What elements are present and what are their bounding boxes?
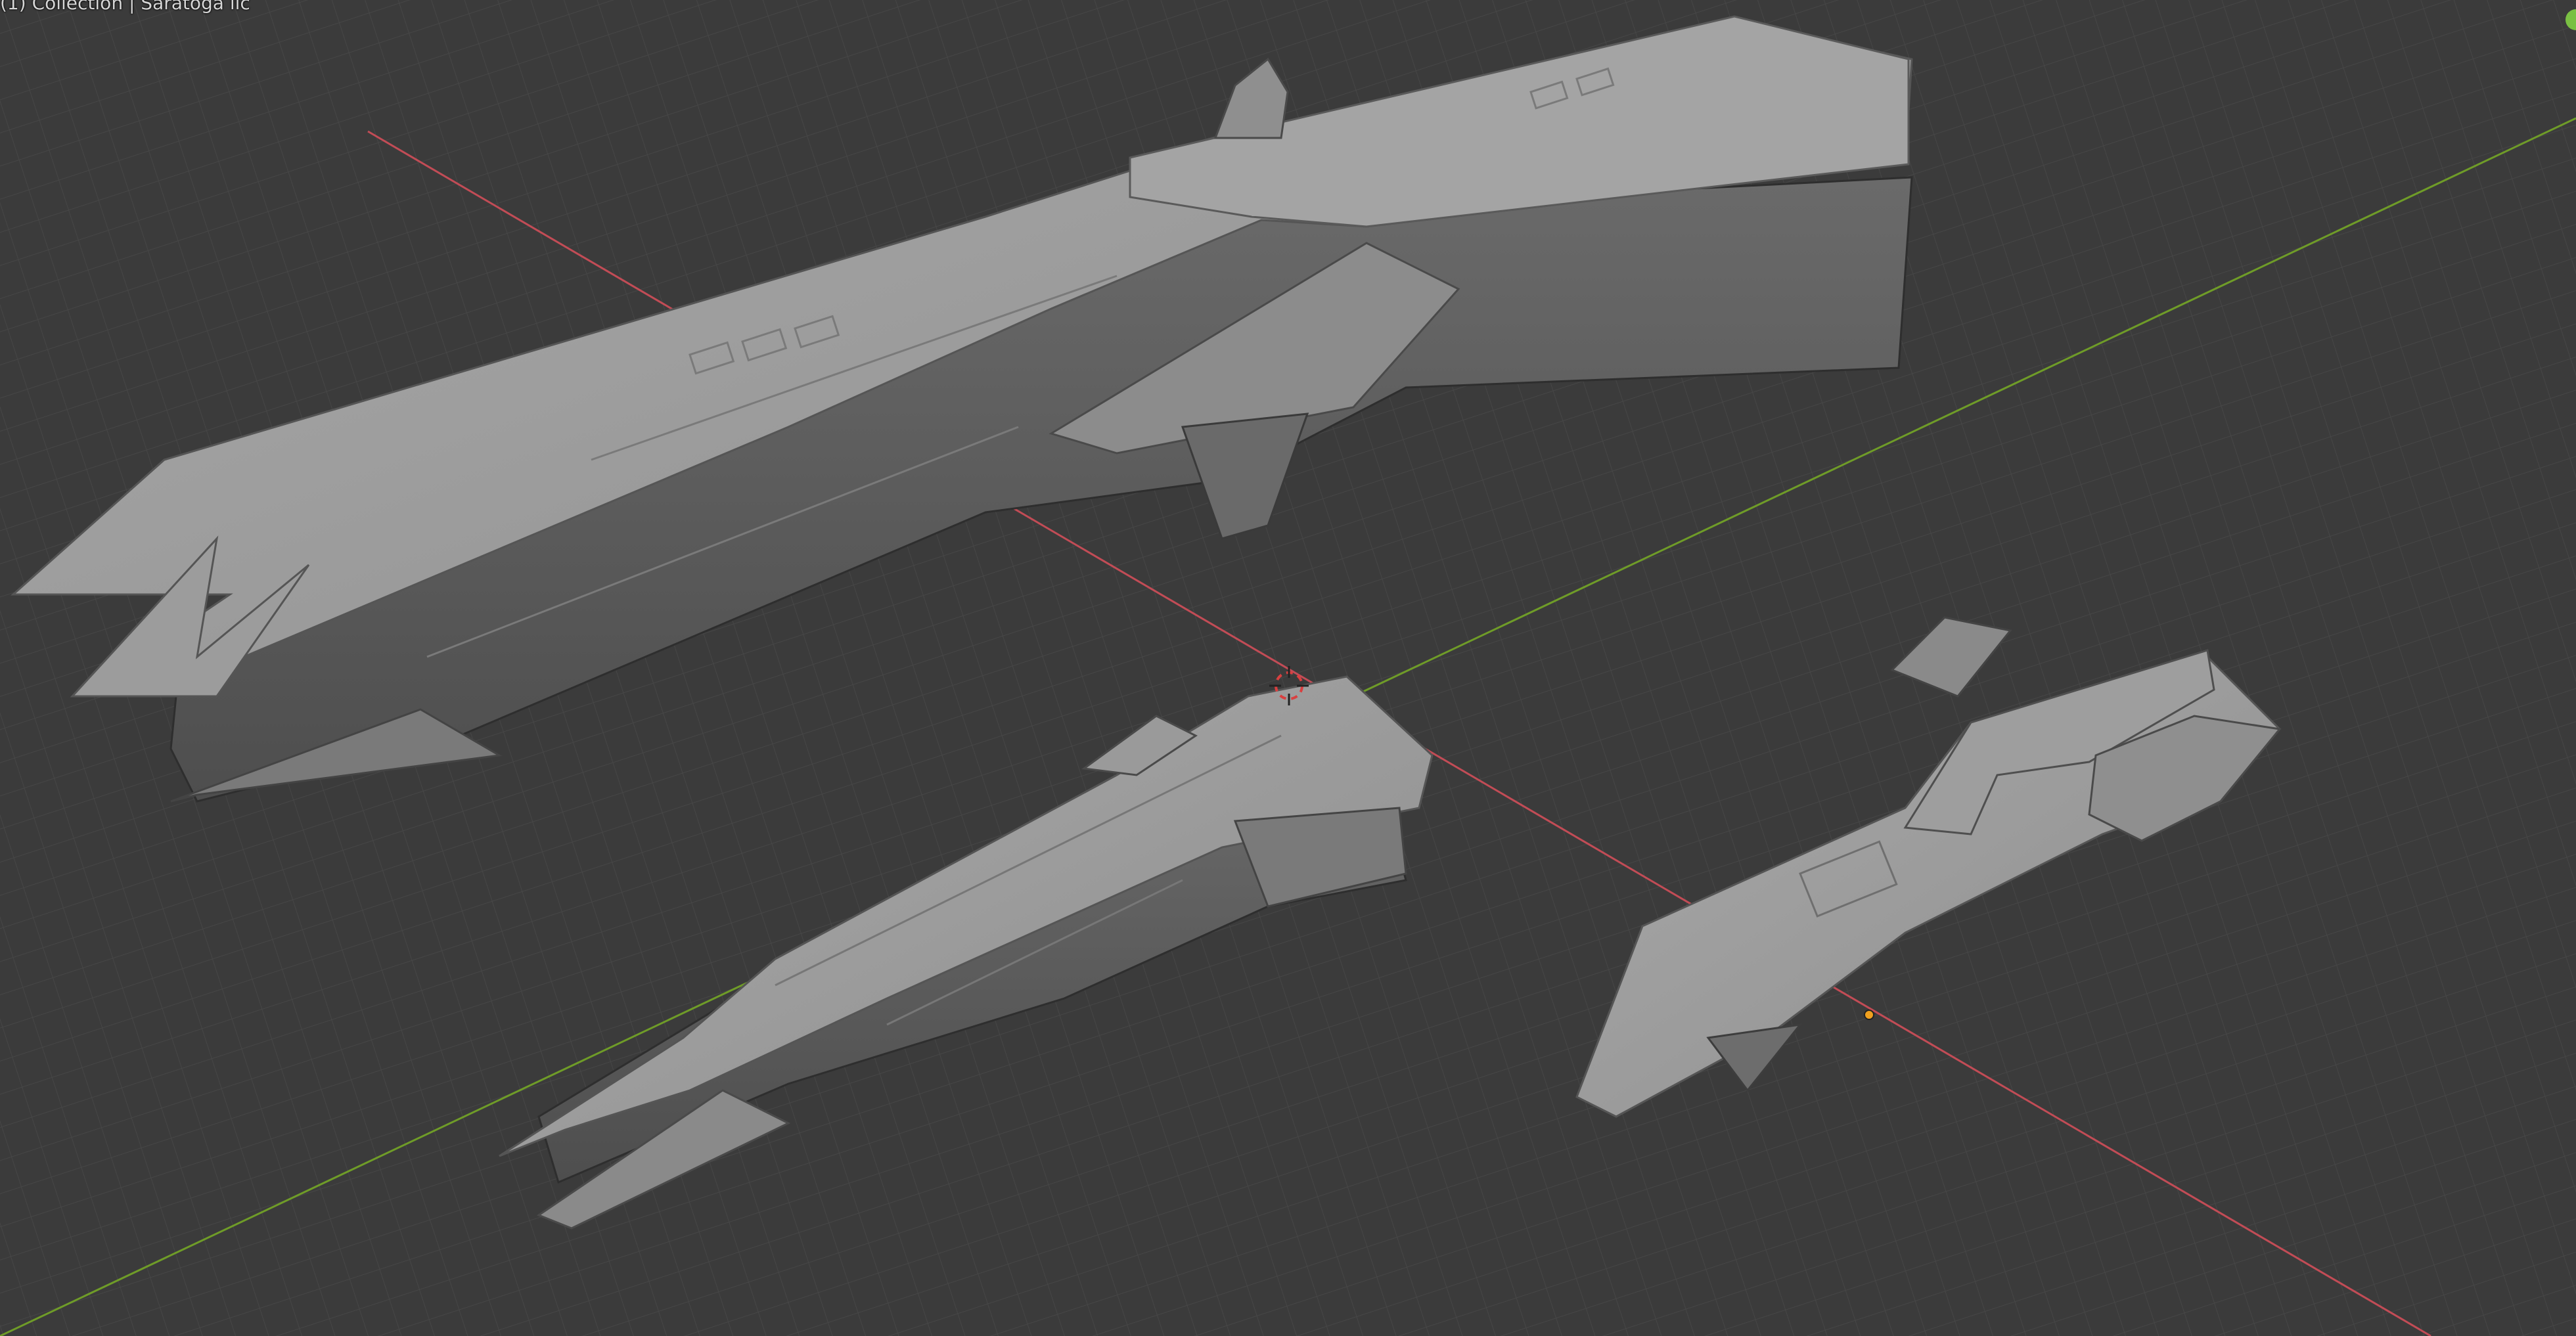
viewport-info-text: (1) Collection | Saratoga llc <box>0 0 250 14</box>
object-origin[interactable] <box>1864 1010 1874 1020</box>
3d-viewport[interactable] <box>0 0 2576 1336</box>
